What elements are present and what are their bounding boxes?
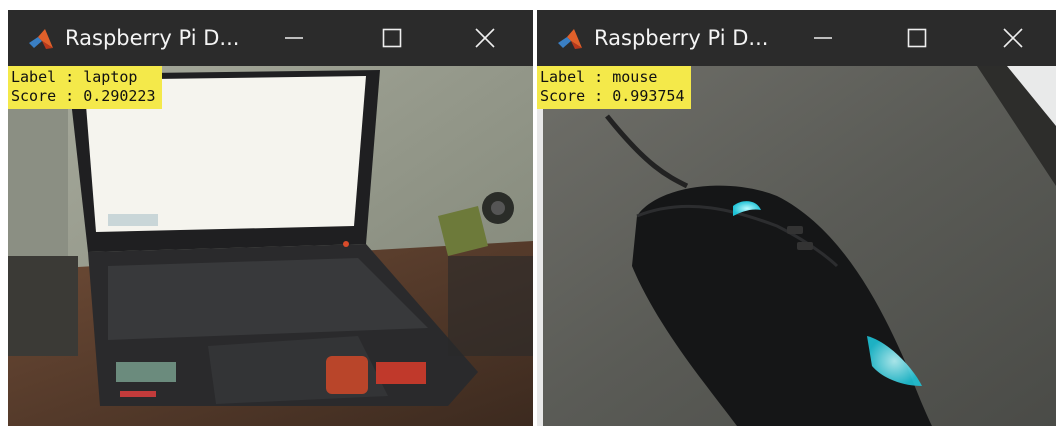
mouse-camera-frame — [537, 66, 1056, 426]
title-bar[interactable]: Raspberry Pi D... — [8, 10, 533, 66]
score-value: 0.290223 — [83, 87, 156, 105]
label-key: Label — [540, 68, 586, 86]
maximize-button[interactable] — [895, 18, 939, 58]
camera-feed: Label : laptop Score : 0.290223 — [8, 66, 533, 426]
close-button[interactable] — [463, 18, 507, 58]
score-key: Score — [11, 87, 57, 105]
maximize-icon — [382, 28, 402, 48]
window-title: Raspberry Pi D... — [594, 26, 769, 50]
window-title: Raspberry Pi D... — [65, 26, 240, 50]
laptop-camera-frame — [8, 66, 533, 426]
label-value: mouse — [612, 68, 658, 86]
label-value: laptop — [83, 68, 138, 86]
maximize-button[interactable] — [370, 18, 414, 58]
title-bar[interactable]: Raspberry Pi D... — [537, 10, 1056, 66]
matlab-icon — [557, 28, 583, 50]
camera-feed: Label : mouse Score : 0.993754 — [537, 66, 1056, 426]
label-key: Label — [11, 68, 57, 86]
detection-label: Label : laptop Score : 0.290223 — [8, 66, 162, 109]
score-value: 0.993754 — [612, 87, 685, 105]
webcam-window-mouse[interactable]: Raspberry Pi D... Label: mouse Score: … — [537, 10, 1056, 426]
minimize-button[interactable] — [801, 18, 845, 58]
maximize-icon — [907, 28, 927, 48]
detection-label: Label : mouse Score : 0.993754 — [537, 66, 691, 109]
minimize-icon — [814, 37, 832, 39]
minimize-button[interactable] — [272, 18, 316, 58]
minimize-icon — [285, 37, 303, 39]
webcam-window-laptop[interactable]: Raspberry Pi D... Label: laptop Score:… — [8, 10, 533, 426]
close-icon — [475, 28, 495, 48]
matlab-icon — [28, 28, 54, 50]
score-key: Score — [540, 87, 586, 105]
close-button[interactable] — [991, 18, 1035, 58]
close-icon — [1003, 28, 1023, 48]
